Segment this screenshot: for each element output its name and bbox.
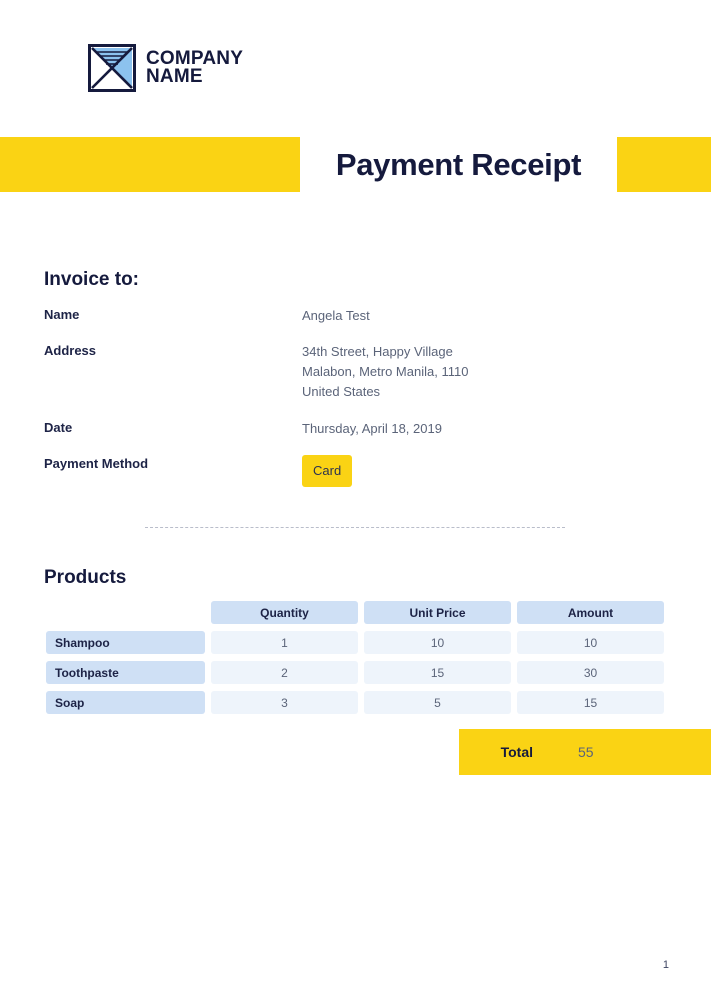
payment-method-badge: Card: [302, 454, 353, 487]
product-quantity: 1: [211, 631, 358, 654]
address-label: Address: [44, 343, 97, 359]
products-heading: Products: [44, 567, 127, 588]
column-header-product: [46, 601, 205, 624]
name-value: Angela Test: [302, 308, 370, 323]
total-label: Total: [500, 744, 533, 760]
product-amount: 10: [517, 631, 664, 654]
invoice-to-heading: Invoice to:: [44, 269, 140, 290]
product-unit-price: 15: [364, 661, 511, 684]
total-bar: Total 55: [459, 729, 711, 775]
section-divider: [145, 527, 565, 528]
invoice-row-address: Address 34th Street, Happy Village Malab…: [44, 342, 664, 402]
table-header-row: Quantity Unit Price Amount: [46, 601, 664, 624]
product-amount: 15: [517, 691, 664, 714]
product-unit-price: 10: [364, 631, 511, 654]
payment-method-label: Payment Method: [44, 455, 149, 471]
product-amount: 30: [517, 661, 664, 684]
accent-bar-left: [0, 137, 300, 192]
product-quantity: 3: [211, 691, 358, 714]
company-logo: COMPANY NAME: [88, 44, 243, 92]
name-label: Name: [44, 307, 80, 322]
table-row: Soap 3 5 15: [46, 691, 664, 714]
company-name-line2: NAME: [146, 66, 203, 87]
table-row: Shampoo 1 10 10: [46, 631, 664, 654]
invoice-row-name: Name Angela Test: [44, 306, 664, 326]
payment-method-value: Card: [302, 454, 353, 487]
product-name: Soap: [46, 691, 205, 714]
accent-bar-right: [617, 137, 711, 192]
product-unit-price: 5: [364, 691, 511, 714]
column-header-amount: Amount: [517, 601, 664, 624]
invoice-details: Name Angela Test Address 34th Street, Ha…: [44, 306, 664, 503]
product-name: Shampoo: [46, 631, 205, 654]
company-name: COMPANY NAME: [146, 49, 243, 87]
column-header-quantity: Quantity: [211, 601, 358, 624]
invoice-row-payment-method: Payment Method Card: [44, 454, 664, 487]
date-value: Thursday, April 18, 2019: [302, 420, 442, 436]
address-value: 34th Street, Happy Village Malabon, Metr…: [302, 344, 469, 400]
envelope-logo-mark: [88, 44, 136, 92]
date-label: Date: [44, 419, 73, 435]
invoice-row-date: Date Thursday, April 18, 2019: [44, 419, 664, 439]
total-value: 55: [578, 744, 594, 760]
product-name: Toothpaste: [46, 661, 205, 684]
page-number: 1: [662, 959, 669, 971]
table-row: Toothpaste 2 15 30: [46, 661, 664, 684]
column-header-unit-price: Unit Price: [364, 601, 511, 624]
product-quantity: 2: [211, 661, 358, 684]
products-table: Quantity Unit Price Amount Shampoo 1 10 …: [46, 601, 664, 721]
page-title: Payment Receipt: [335, 146, 582, 182]
